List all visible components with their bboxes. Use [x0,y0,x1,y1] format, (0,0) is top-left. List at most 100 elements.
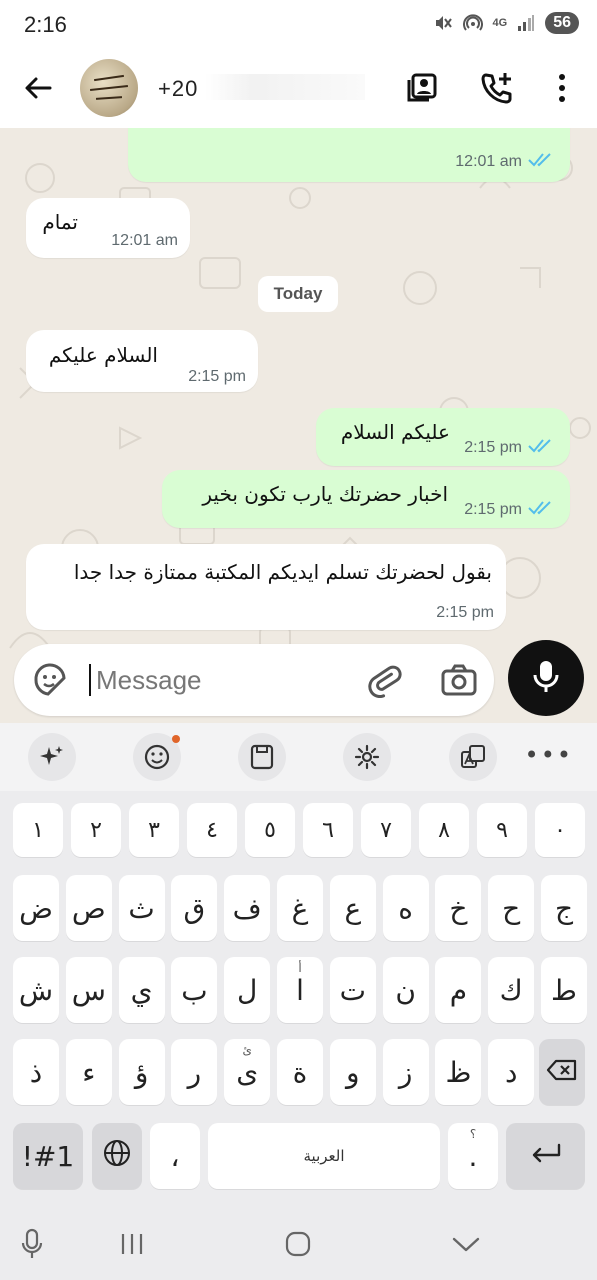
key-letter[interactable]: ؤ [118,1039,165,1105]
recent-apps-icon[interactable] [112,1227,152,1261]
message-meta: 2:15 pm [188,368,246,386]
key-letter[interactable]: ث [118,875,165,941]
more-vert-icon[interactable] [542,68,582,108]
key-letter[interactable]: ط [541,957,587,1023]
notification-dot [172,735,180,743]
voice-message-button[interactable] [508,640,584,716]
message-composer [14,644,494,716]
key-letter[interactable]: ف [224,875,271,941]
key-number[interactable]: ٩ [477,803,527,857]
clipboard-icon[interactable] [238,733,286,781]
symbols-key[interactable]: !#1 [13,1123,83,1189]
hide-keyboard-icon[interactable] [446,1227,486,1261]
key-number[interactable]: ٥ [245,803,295,857]
contact-name[interactable]: +20 [158,76,198,102]
message-text: بقول لحضرتك تسلم ايديكم المكتبة ممتازة ج… [73,560,492,584]
key-letter[interactable]: خ [435,875,482,941]
language-key[interactable] [92,1123,142,1189]
key-label: ٨ [438,817,450,843]
key-label: ٣ [148,817,160,843]
key-letter[interactable]: ش [13,957,59,1023]
key-letter[interactable]: ت [329,957,376,1023]
message-bubble-incoming[interactable]: بقول لحضرتك تسلم ايديكم المكتبة ممتازة ج… [26,544,506,630]
more-horiz-icon[interactable]: ••• [525,741,573,769]
keyboard-mic-icon[interactable] [12,1227,52,1261]
read-ticks-icon [528,437,554,458]
key-number[interactable]: ٢ [71,803,121,857]
key-letter[interactable]: ع [329,875,376,941]
message-bubble-incoming[interactable]: السلام عليكم 2:15 pm [26,330,258,392]
key-letter[interactable]: اأ [277,957,323,1023]
key-label: ف [232,891,262,925]
key-label: ظ [445,1055,472,1089]
key-number[interactable]: ٣ [129,803,179,857]
back-arrow-icon[interactable] [20,70,56,106]
key-letter[interactable]: س [65,957,112,1023]
key-number[interactable]: ٧ [361,803,411,857]
key-letter[interactable]: غ [277,875,323,941]
comma-key[interactable]: ، [150,1123,200,1189]
space-key[interactable]: العربية [208,1123,440,1189]
signal-icon [517,14,535,32]
key-letter[interactable]: ح [488,875,535,941]
settings-gear-icon[interactable] [343,733,391,781]
key-letter[interactable]: ل [224,957,271,1023]
key-letter[interactable]: ي [118,957,165,1023]
enter-key[interactable] [506,1123,585,1189]
message-time: 2:15 pm [464,500,522,518]
key-label: ك [499,973,523,1007]
key-number[interactable]: ٤ [187,803,237,857]
key-letter[interactable]: ر [171,1039,218,1105]
key-letter[interactable]: ق [171,875,218,941]
message-input[interactable] [96,660,336,700]
key-letter[interactable]: م [435,957,482,1023]
attach-icon[interactable] [366,662,402,698]
key-letter[interactable]: ىئ [224,1039,271,1105]
key-letter[interactable]: ه [382,875,429,941]
message-bubble-outgoing[interactable]: عليكم السلام 2:15 pm [316,408,570,466]
key-letter[interactable]: ز [382,1039,429,1105]
key-label: ٧ [380,817,392,843]
sticker-icon[interactable] [32,662,68,698]
home-icon[interactable] [278,1227,318,1261]
key-number[interactable]: ٨ [419,803,469,857]
key-number[interactable]: ٦ [303,803,353,857]
key-letter[interactable]: ك [488,957,535,1023]
chat-header: +20 [0,52,597,128]
key-number[interactable]: ٠ [535,803,585,857]
add-call-icon[interactable] [477,68,517,108]
key-letter[interactable]: ء [65,1039,112,1105]
contact-card-icon[interactable] [402,68,442,108]
key-label: العربية [303,1147,345,1165]
camera-icon[interactable] [440,662,478,698]
key-number[interactable]: ١ [13,803,63,857]
translate-icon[interactable] [449,733,497,781]
key-label: ٩ [496,817,508,843]
key-label: ص [71,891,106,925]
message-bubble-incoming[interactable]: تمام 12:01 am [26,198,190,258]
key-letter[interactable]: ذ [13,1039,59,1105]
key-label: خ [449,891,468,925]
key-label: ش [18,973,54,1007]
key-label: ل [237,973,258,1007]
key-letter[interactable]: ب [171,957,218,1023]
key-label: ح [502,891,521,925]
ai-sparkle-icon[interactable] [28,733,76,781]
key-letter[interactable]: ج [541,875,587,941]
key-letter[interactable]: ص [65,875,112,941]
avatar[interactable] [80,59,138,117]
backspace-key[interactable] [539,1039,585,1105]
key-letter[interactable]: ة [277,1039,323,1105]
key-label: ض [19,891,53,925]
key-letter[interactable]: ظ [435,1039,482,1105]
enter-icon [529,1140,563,1173]
chat-area[interactable]: 12:01 am تمام 12:01 am Today السلام عليك… [0,128,597,723]
message-bubble-outgoing[interactable]: اخبار حضرتك يارب تكون بخير 2:15 pm [162,470,570,528]
key-letter[interactable]: ن [382,957,429,1023]
period-key[interactable]: . ؟ [448,1123,498,1189]
key-label: ١ [32,817,44,843]
message-bubble-outgoing[interactable]: 12:01 am [128,128,570,182]
key-letter[interactable]: د [488,1039,535,1105]
key-letter[interactable]: ض [13,875,59,941]
key-letter[interactable]: و [329,1039,376,1105]
